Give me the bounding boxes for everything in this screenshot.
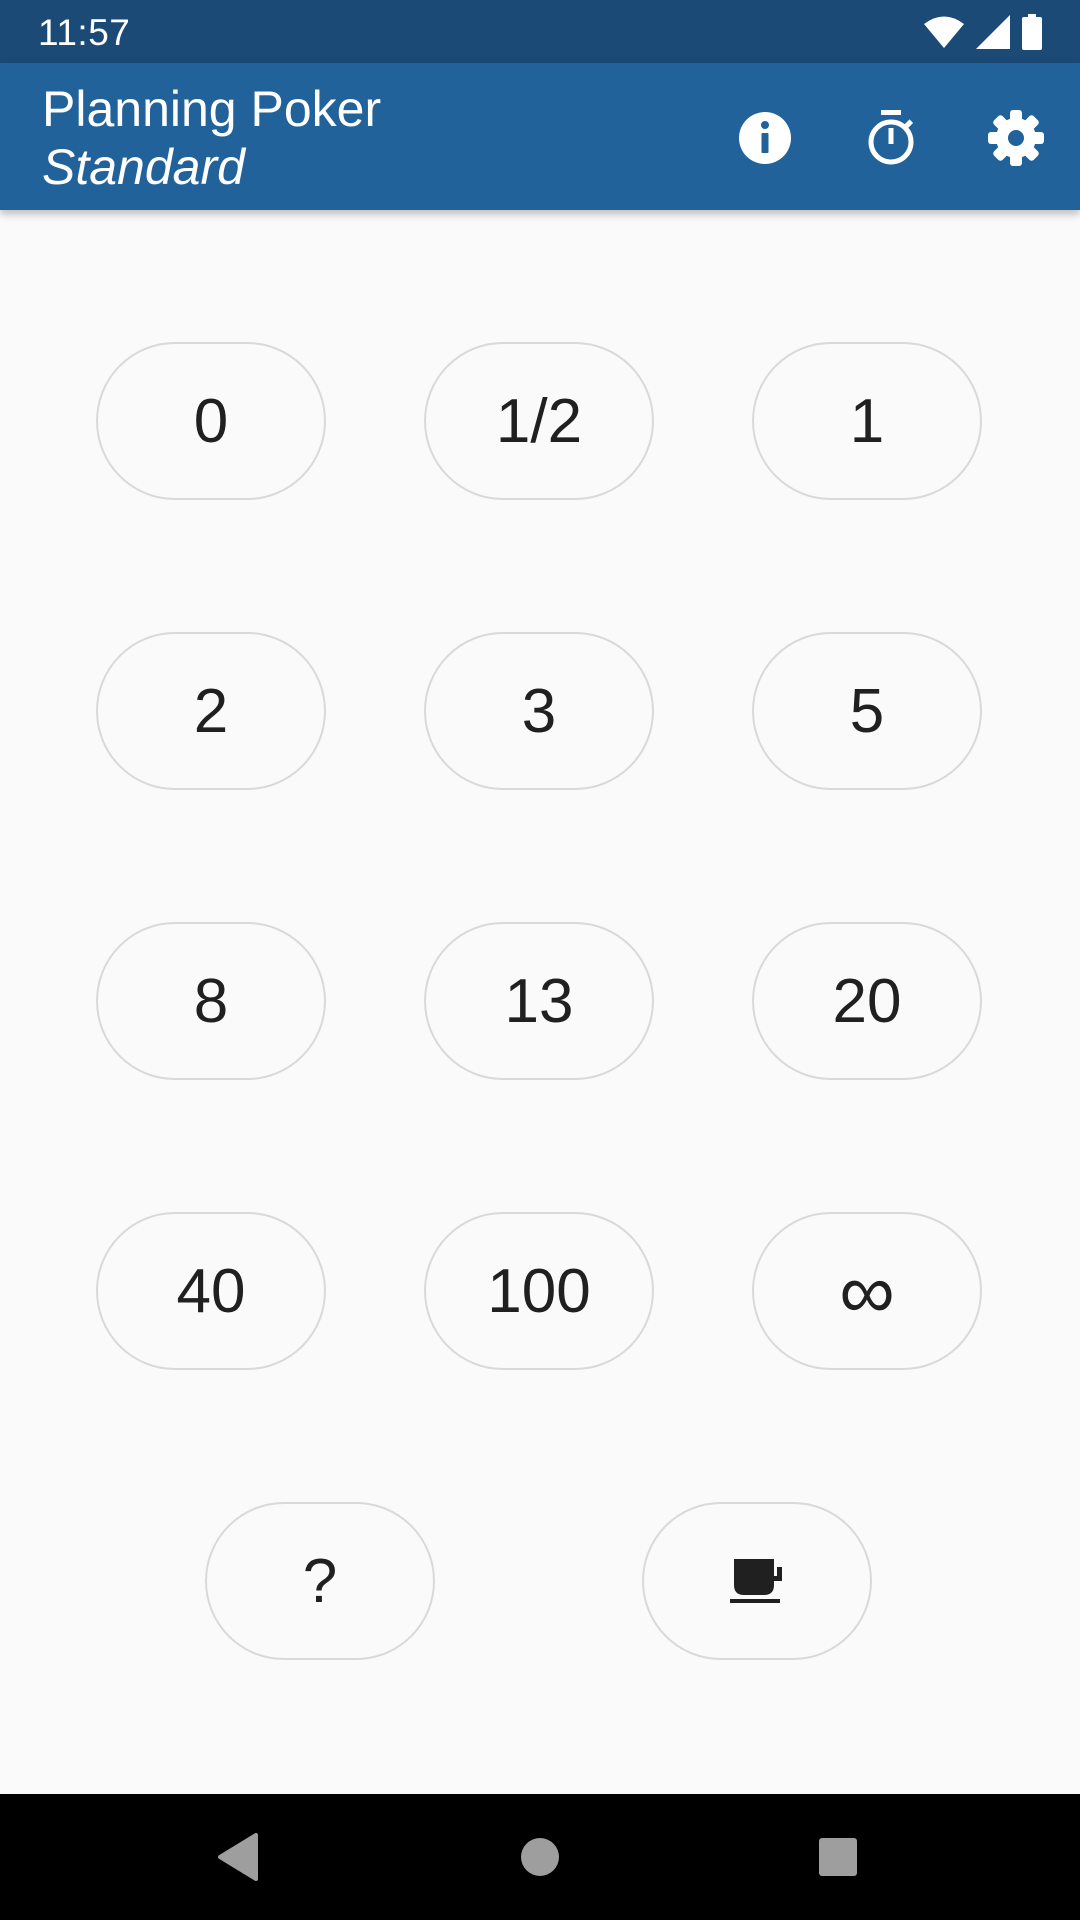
card-question[interactable]: ? [205, 1502, 435, 1660]
info-button[interactable] [725, 98, 805, 178]
recents-icon [819, 1838, 857, 1876]
app-title: Planning Poker [42, 81, 382, 137]
card-1-2[interactable]: 1/2 [424, 342, 654, 500]
nav-home-button[interactable] [510, 1827, 570, 1887]
nav-recents-button[interactable] [808, 1827, 868, 1887]
back-icon [218, 1833, 258, 1881]
card-1[interactable]: 1 [752, 342, 982, 500]
card-5[interactable]: 5 [752, 632, 982, 790]
card-20[interactable]: 20 [752, 922, 982, 1080]
wifi-icon [924, 16, 964, 48]
coffee-cup-icon [730, 1559, 782, 1603]
timer-button[interactable] [851, 98, 931, 178]
nav-back-button[interactable] [208, 1827, 268, 1887]
system-nav-bar [0, 1794, 1080, 1920]
info-icon [739, 112, 791, 164]
card-3[interactable]: 3 [424, 632, 654, 790]
status-time: 11:57 [38, 12, 131, 53]
card-40[interactable]: 40 [96, 1212, 326, 1370]
card-13[interactable]: 13 [424, 922, 654, 1080]
battery-icon [1022, 14, 1042, 50]
home-icon [521, 1838, 559, 1876]
status-bar: 11:57 [0, 0, 1080, 63]
card-0[interactable]: 0 [96, 342, 326, 500]
card-deck: 0 1/2 1 2 3 5 8 13 20 40 100 ∞ ? [0, 0, 1080, 1920]
settings-icon [988, 110, 1044, 166]
status-icons [912, 13, 1042, 51]
card-coffee[interactable] [642, 1502, 872, 1660]
timer-icon [868, 110, 914, 165]
settings-button[interactable] [976, 98, 1056, 178]
card-8[interactable]: 8 [96, 922, 326, 1080]
card-infinity[interactable]: ∞ [752, 1212, 982, 1370]
deck-subtitle: Standard [42, 139, 245, 195]
card-2[interactable]: 2 [96, 632, 326, 790]
cell-signal-icon [976, 15, 1010, 49]
app-toolbar: Planning Poker Standard [0, 63, 1080, 210]
card-100[interactable]: 100 [424, 1212, 654, 1370]
